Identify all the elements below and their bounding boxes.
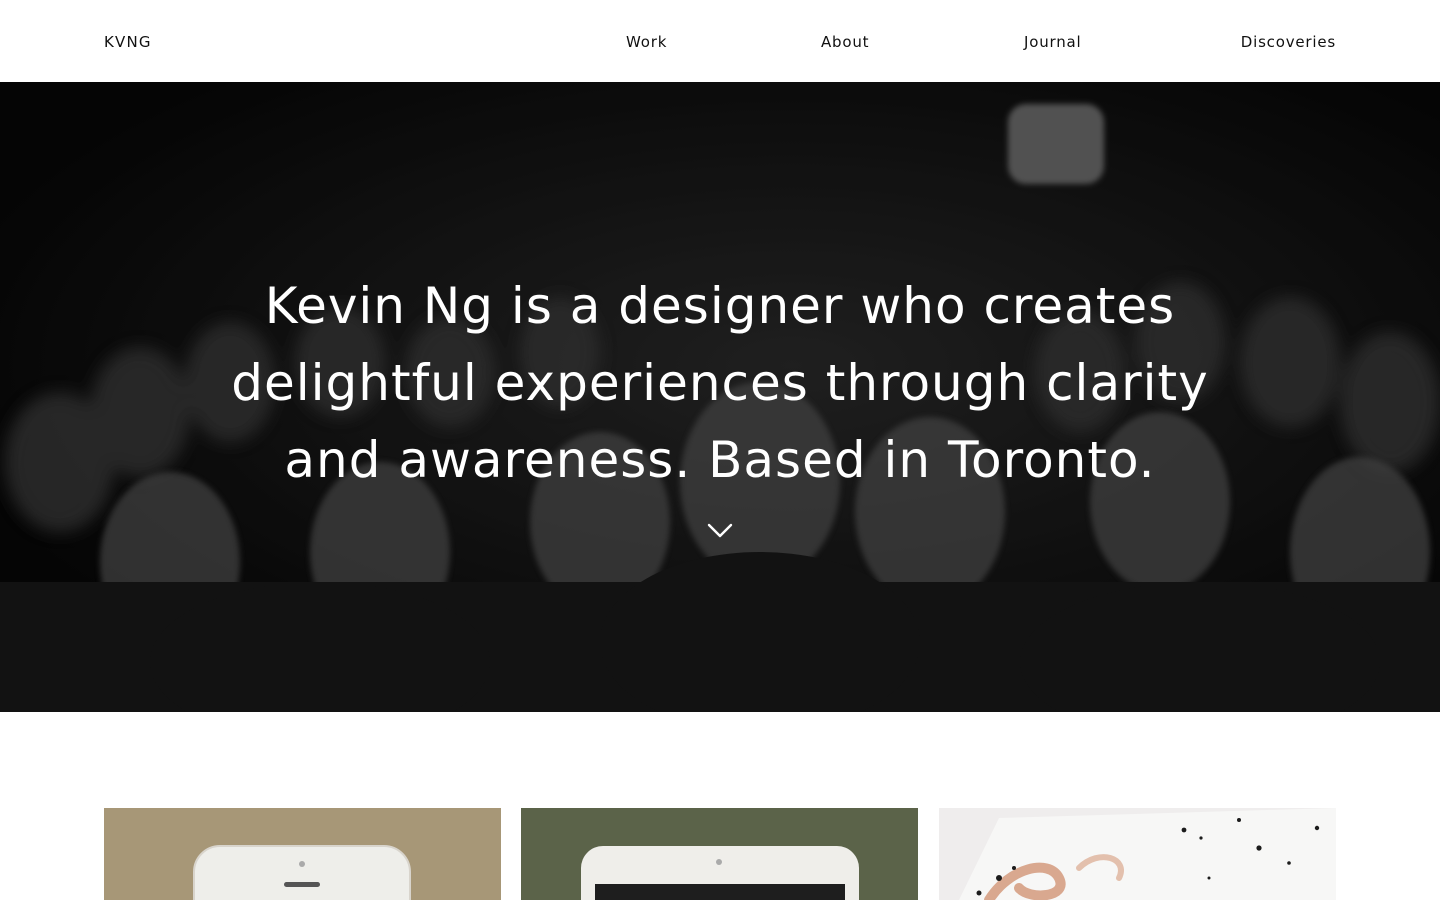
hero-headline-line-3: and awareness. Based in Toronto. bbox=[284, 431, 1156, 489]
white-phone-image bbox=[193, 845, 411, 900]
nav-link-about[interactable]: About bbox=[821, 33, 869, 51]
nav-link-work[interactable]: Work bbox=[626, 33, 667, 51]
white-phone-image bbox=[581, 846, 859, 900]
project-card-artwork[interactable] bbox=[939, 808, 1336, 900]
nav-link-discoveries[interactable]: Discoveries bbox=[1241, 33, 1336, 51]
hero-section: Kevin Ng is a designer who creates delig… bbox=[0, 82, 1440, 712]
project-card-phone-tan[interactable] bbox=[104, 808, 501, 900]
paint-splatter-image bbox=[939, 808, 1336, 900]
hero-headline-line-1: Kevin Ng is a designer who creates bbox=[264, 277, 1176, 335]
project-card-phone-olive[interactable] bbox=[521, 808, 918, 900]
project-grid bbox=[104, 808, 1336, 900]
chevron-down-icon[interactable] bbox=[706, 520, 734, 540]
brand-logo-link[interactable]: KVNG bbox=[104, 33, 152, 51]
hero-headline: Kevin Ng is a designer who creates delig… bbox=[0, 268, 1440, 499]
hero-headline-line-2: delightful experiences through clarity bbox=[231, 354, 1209, 412]
nav-link-journal[interactable]: Journal bbox=[1024, 33, 1081, 51]
site-header: KVNG Work About Journal Discoveries bbox=[0, 0, 1440, 82]
